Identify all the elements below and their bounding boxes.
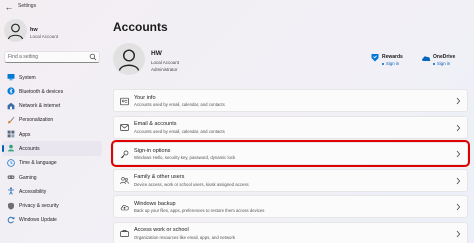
sidebar-item-time-language[interactable]: Time & language bbox=[2, 156, 102, 170]
onedrive-cloud-icon bbox=[422, 56, 431, 61]
title-bar: ← Settings bbox=[0, 0, 474, 14]
paintbrush-icon bbox=[8, 116, 15, 124]
onedrive-sign-in-link[interactable]: Sign in bbox=[433, 61, 450, 66]
sidebar-item-label: Time & language bbox=[19, 160, 57, 167]
key-icon bbox=[120, 150, 129, 158]
person-avatar-icon bbox=[7, 23, 24, 40]
search-input[interactable] bbox=[8, 52, 88, 62]
card-email-accounts[interactable]: Email & accounts Accounts used by email,… bbox=[113, 115, 468, 139]
sidebar-item-network[interactable]: Network & internet bbox=[2, 99, 102, 113]
sidebar-item-windows-update[interactable]: Windows Update bbox=[2, 213, 102, 227]
sidebar-item-privacy-security[interactable]: Privacy & security bbox=[2, 199, 102, 213]
rewards-icon bbox=[371, 54, 379, 62]
onedrive-tile: OneDrive Sign in bbox=[421, 53, 467, 73]
onedrive-sign-in-label: Sign in bbox=[437, 61, 451, 66]
account-avatar[interactable] bbox=[113, 43, 145, 75]
sidebar-item-label: Privacy & security bbox=[19, 203, 59, 210]
card-access-work-school[interactable]: Access work or school Organization resou… bbox=[113, 221, 468, 243]
sidebar-item-label: Bluetooth & devices bbox=[19, 88, 64, 95]
mail-icon bbox=[120, 124, 129, 131]
sidebar-item-bluetooth[interactable]: Bluetooth & devices bbox=[2, 84, 102, 98]
account-type: Local Account bbox=[151, 60, 180, 65]
sidebar-item-label: System bbox=[19, 74, 36, 81]
sidebar-user-name: hw bbox=[30, 27, 38, 33]
onedrive-title: OneDrive bbox=[433, 54, 456, 60]
avatar bbox=[4, 19, 27, 42]
chevron-right-icon bbox=[456, 177, 461, 185]
briefcase-icon bbox=[120, 230, 129, 238]
shield-icon bbox=[8, 202, 14, 210]
search-icon bbox=[89, 53, 97, 61]
card-description: Accounts used by email, calendar, and co… bbox=[134, 128, 225, 134]
sidebar-nav: System Bluetooth & devices Network & int… bbox=[2, 70, 102, 227]
sidebar-item-label: Apps bbox=[19, 131, 31, 138]
sidebar-item-apps[interactable]: Apps bbox=[2, 127, 102, 141]
rewards-title: Rewards bbox=[382, 54, 403, 60]
sidebar-item-label: Windows Update bbox=[19, 217, 57, 224]
account-header: HW Local Account Administrator Rewards S… bbox=[113, 40, 468, 82]
account-name: HW bbox=[151, 50, 162, 57]
sidebar-user-account: Local Account bbox=[30, 34, 59, 39]
family-icon bbox=[120, 177, 129, 185]
card-description: Organization resources like email, apps,… bbox=[134, 234, 236, 240]
sidebar-item-accounts[interactable]: Accounts bbox=[2, 141, 102, 156]
card-title: Sign-in options bbox=[134, 147, 171, 154]
rewards-sign-in-link[interactable]: Sign in bbox=[382, 61, 399, 66]
person-avatar-icon bbox=[118, 49, 140, 71]
wifi-icon bbox=[7, 102, 15, 109]
card-title: Family & other users bbox=[134, 174, 185, 181]
accessibility-icon bbox=[8, 187, 14, 195]
sidebar-item-system[interactable]: System bbox=[2, 70, 102, 84]
sidebar-item-label: Accessibility bbox=[19, 188, 47, 195]
card-title: Your info bbox=[134, 94, 156, 101]
chevron-right-icon bbox=[456, 204, 461, 211]
chevron-right-icon bbox=[456, 150, 461, 158]
rewards-sign-in-label: Sign in bbox=[386, 61, 400, 66]
card-sign-in-options[interactable]: Sign-in options Windows Hello, security … bbox=[111, 140, 470, 168]
monitor-icon bbox=[7, 74, 15, 81]
backup-icon bbox=[120, 204, 129, 211]
sidebar-item-accessibility[interactable]: Accessibility bbox=[2, 184, 102, 198]
sidebar-item-label: Gaming bbox=[19, 174, 37, 181]
rewards-tile: Rewards Sign in bbox=[370, 53, 418, 73]
card-description: Accounts used by email, calendar, and co… bbox=[134, 102, 225, 107]
sidebar-user[interactable]: hw Local Account bbox=[4, 19, 104, 47]
window-title: Settings bbox=[18, 3, 37, 9]
sidebar-item-gaming[interactable]: Gaming bbox=[2, 170, 102, 184]
card-windows-backup[interactable]: Windows backup Back up your files, apps,… bbox=[113, 195, 468, 219]
bluetooth-icon bbox=[7, 87, 15, 95]
sidebar-item-label: Personalization bbox=[19, 117, 54, 124]
person-card-icon bbox=[120, 97, 129, 105]
sidebar-item-label: Network & internet bbox=[19, 103, 61, 110]
chevron-right-icon bbox=[456, 230, 461, 238]
card-description: Back up your files, apps, preferences to… bbox=[134, 208, 265, 214]
card-title: Windows backup bbox=[134, 200, 176, 207]
update-icon bbox=[7, 216, 15, 224]
account-role: Administrator bbox=[151, 67, 178, 72]
card-description: Device access, work or school users, kio… bbox=[134, 181, 249, 187]
sidebar-item-personalization[interactable]: Personalization bbox=[2, 113, 102, 127]
globe-clock-icon bbox=[7, 158, 15, 167]
card-title: Email & accounts bbox=[134, 121, 177, 128]
chevron-right-icon bbox=[456, 97, 461, 105]
sidebar-item-label: Accounts bbox=[19, 145, 40, 152]
chevron-right-icon bbox=[456, 124, 461, 131]
settings-cards: Your info Accounts used by email, calend… bbox=[111, 89, 470, 243]
card-title: Access work or school bbox=[134, 227, 189, 234]
person-icon bbox=[7, 145, 15, 152]
page-title: Accounts bbox=[113, 20, 168, 34]
sidebar: hw Local Account System Bluetooth & devi… bbox=[0, 14, 105, 243]
controller-icon bbox=[7, 175, 15, 180]
search-box[interactable] bbox=[4, 51, 100, 63]
apps-icon bbox=[7, 130, 15, 138]
card-your-info[interactable]: Your info Accounts used by email, calend… bbox=[113, 89, 468, 112]
back-button[interactable]: ← bbox=[3, 1, 15, 13]
card-family-other-users[interactable]: Family & other users Device access, work… bbox=[113, 168, 468, 192]
card-description: Windows Hello, security key, password, d… bbox=[134, 155, 236, 161]
